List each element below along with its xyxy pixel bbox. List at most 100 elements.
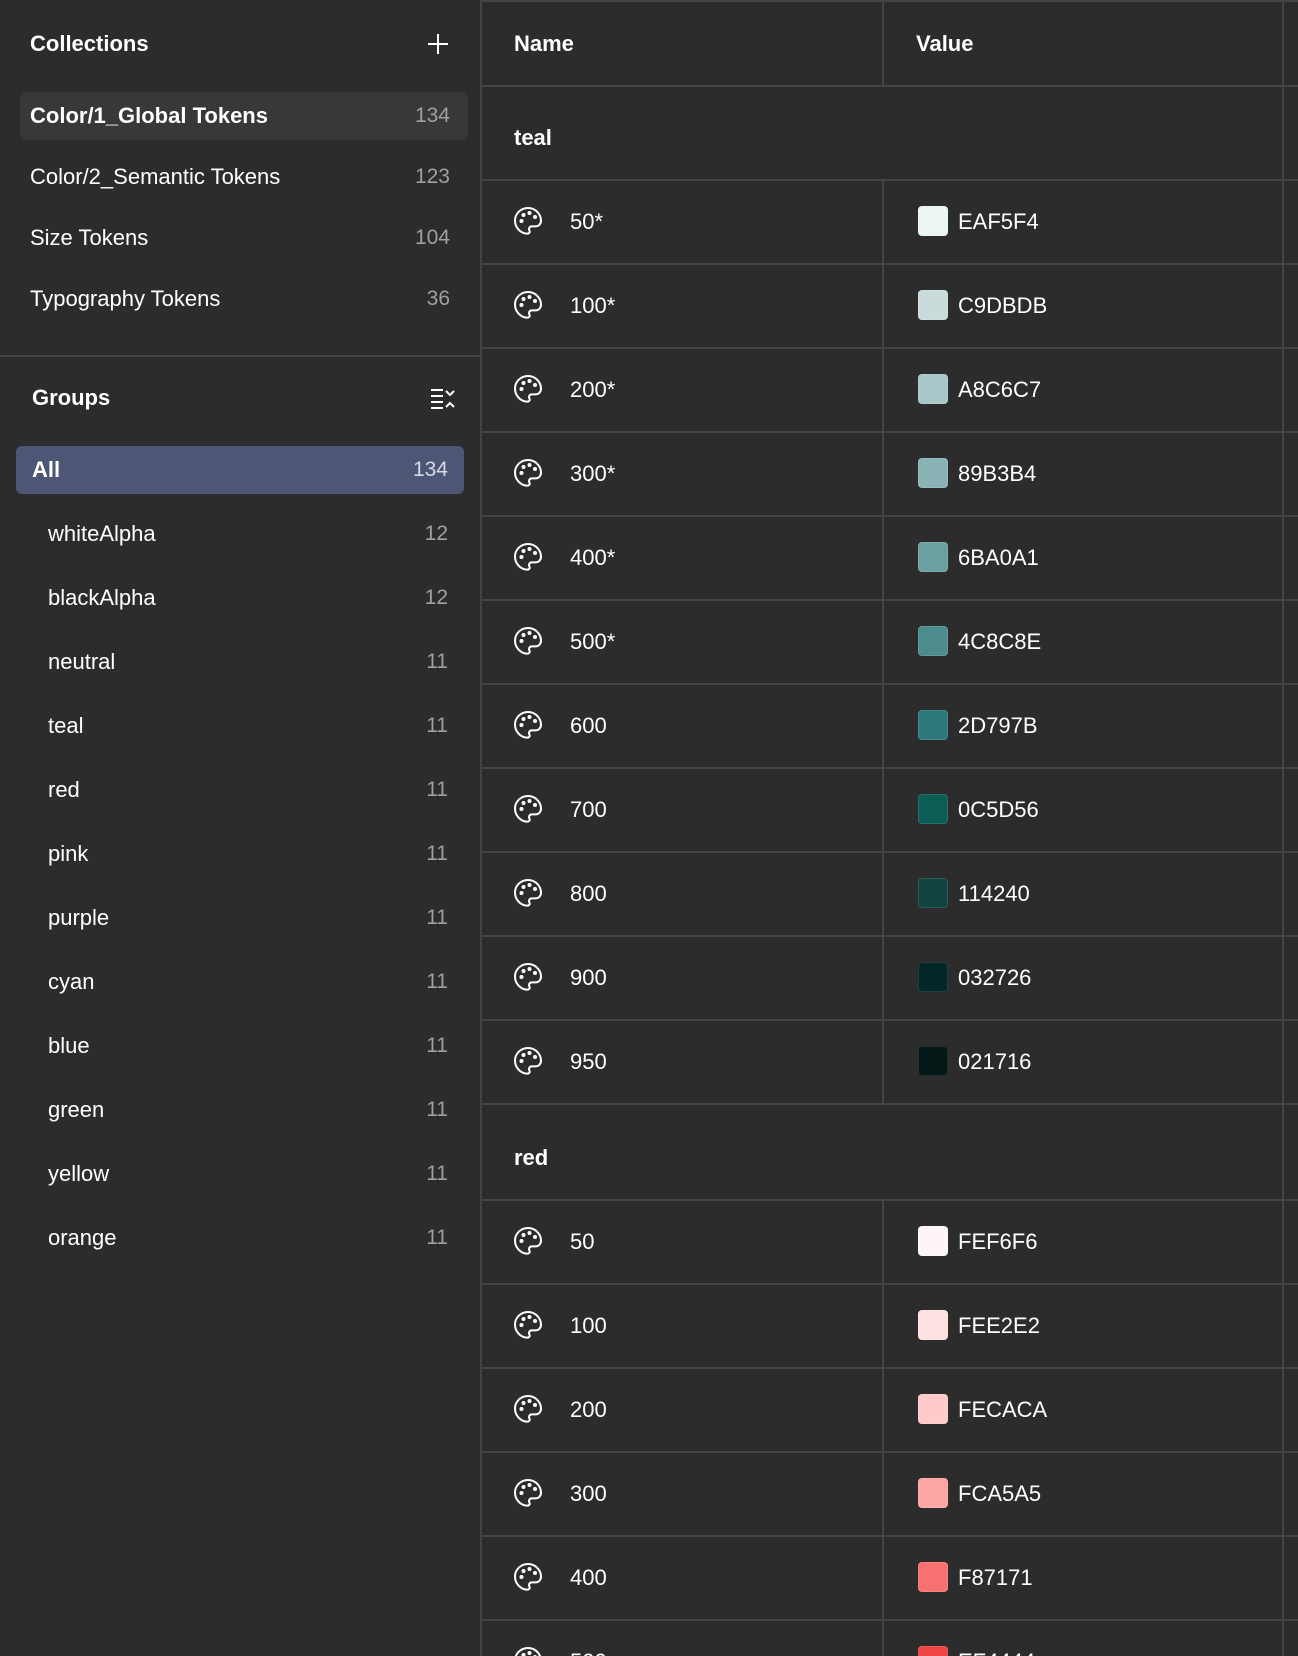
color-swatch[interactable]: [918, 206, 948, 236]
token-value[interactable]: FEE2E2: [958, 1285, 1040, 1367]
groups-menu-button[interactable]: [428, 384, 456, 412]
token-row[interactable]: 400* 6BA0A1: [482, 517, 1298, 601]
token-row[interactable]: 500* 4C8C8E: [482, 601, 1298, 685]
token-value[interactable]: 4C8C8E: [958, 601, 1041, 683]
color-swatch[interactable]: [918, 374, 948, 404]
color-swatch[interactable]: [918, 1478, 948, 1508]
group-item[interactable]: purple 11: [16, 894, 464, 942]
token-value[interactable]: EF4444: [958, 1621, 1035, 1656]
token-value[interactable]: EAF5F4: [958, 181, 1039, 263]
token-row[interactable]: 200 FECACA: [482, 1369, 1298, 1453]
token-value[interactable]: FCA5A5: [958, 1453, 1041, 1535]
group-count: 11: [426, 1226, 448, 1249]
color-swatch[interactable]: [918, 1394, 948, 1424]
token-row[interactable]: 300* 89B3B4: [482, 433, 1298, 517]
collection-item[interactable]: Typography Tokens 36: [20, 275, 468, 323]
token-value[interactable]: 6BA0A1: [958, 517, 1039, 599]
color-swatch[interactable]: [918, 290, 948, 320]
token-value[interactable]: 021716: [958, 1021, 1031, 1103]
token-value[interactable]: FECACA: [958, 1369, 1047, 1451]
group-item[interactable]: pink 11: [16, 830, 464, 878]
token-row[interactable]: 50* EAF5F4: [482, 181, 1298, 265]
color-swatch[interactable]: [918, 1226, 948, 1256]
token-row[interactable]: 900 032726: [482, 937, 1298, 1021]
token-value[interactable]: 0C5D56: [958, 769, 1039, 851]
color-swatch[interactable]: [918, 626, 948, 656]
group-item[interactable]: orange 11: [16, 1214, 464, 1262]
group-item[interactable]: blackAlpha 12: [16, 574, 464, 622]
token-value[interactable]: A8C6C7: [958, 349, 1041, 431]
sidebar-divider: [0, 355, 480, 357]
group-item[interactable]: neutral 11: [16, 638, 464, 686]
color-swatch[interactable]: [918, 710, 948, 740]
token-name: 500*: [570, 629, 616, 654]
group-item[interactable]: green 11: [16, 1086, 464, 1134]
color-swatch[interactable]: [918, 794, 948, 824]
collection-item[interactable]: Color/2_Semantic Tokens 123: [20, 153, 468, 201]
group-item[interactable]: teal 11: [16, 702, 464, 750]
group-count: 11: [426, 650, 448, 673]
column-header-value[interactable]: Value: [916, 2, 973, 85]
collection-item[interactable]: Color/1_Global Tokens 134: [20, 92, 468, 140]
token-name: 400: [570, 1565, 607, 1590]
column-divider: [1282, 601, 1284, 683]
token-row[interactable]: 300 FCA5A5: [482, 1453, 1298, 1537]
column-divider: [1282, 1369, 1284, 1451]
tokens-table: Name Value teal 50* EAF5F4 100* C9DBDB 200* A8…: [482, 2, 1298, 1656]
column-divider: [1282, 1537, 1284, 1619]
group-count: 12: [424, 522, 448, 545]
column-divider: [882, 1021, 884, 1103]
collection-item[interactable]: Size Tokens 104: [20, 214, 468, 262]
token-row[interactable]: 800 114240: [482, 853, 1298, 937]
group-item[interactable]: yellow 11: [16, 1150, 464, 1198]
color-swatch[interactable]: [918, 878, 948, 908]
group-label: orange: [48, 1225, 117, 1250]
column-divider: [882, 685, 884, 767]
group-item[interactable]: cyan 11: [16, 958, 464, 1006]
group-label: red: [48, 777, 80, 802]
collection-label: Typography Tokens: [30, 286, 221, 311]
token-value[interactable]: C9DBDB: [958, 265, 1047, 347]
group-label: blackAlpha: [48, 585, 156, 610]
token-row[interactable]: 600 2D797B: [482, 685, 1298, 769]
column-header-name[interactable]: Name: [514, 2, 574, 85]
group-item[interactable]: blue 11: [16, 1022, 464, 1070]
color-swatch[interactable]: [918, 1646, 948, 1656]
token-row[interactable]: 950 021716: [482, 1021, 1298, 1105]
column-divider: [882, 1369, 884, 1451]
group-item[interactable]: whiteAlpha 12: [16, 510, 464, 558]
token-value[interactable]: 2D797B: [958, 685, 1038, 767]
collections-header: Collections: [0, 22, 480, 66]
color-swatch[interactable]: [918, 458, 948, 488]
token-row[interactable]: 50 FEF6F6: [482, 1201, 1298, 1285]
group-item[interactable]: All 134: [16, 446, 464, 494]
token-value[interactable]: 032726: [958, 937, 1031, 1019]
token-value[interactable]: F87171: [958, 1537, 1033, 1619]
add-collection-button[interactable]: [424, 30, 452, 58]
color-swatch[interactable]: [918, 1562, 948, 1592]
column-divider: [882, 769, 884, 851]
color-swatch[interactable]: [918, 1046, 948, 1076]
palette-icon: [512, 1645, 544, 1656]
token-value[interactable]: 89B3B4: [958, 433, 1036, 515]
collections-title: Collections: [30, 31, 149, 56]
token-row[interactable]: 100* C9DBDB: [482, 265, 1298, 349]
palette-icon: [512, 1393, 544, 1425]
token-row[interactable]: 500 EF4444: [482, 1621, 1298, 1656]
group-label: neutral: [48, 649, 116, 674]
column-divider: [1282, 1021, 1284, 1103]
token-value[interactable]: FEF6F6: [958, 1201, 1037, 1283]
token-row[interactable]: 200* A8C6C7: [482, 349, 1298, 433]
column-divider: [882, 433, 884, 515]
token-name: 50*: [570, 209, 604, 234]
token-row[interactable]: 100 FEE2E2: [482, 1285, 1298, 1369]
group-item[interactable]: red 11: [16, 766, 464, 814]
token-value[interactable]: 114240: [958, 853, 1030, 935]
color-swatch[interactable]: [918, 962, 948, 992]
token-row[interactable]: 700 0C5D56: [482, 769, 1298, 853]
color-swatch[interactable]: [918, 1310, 948, 1340]
token-name: 200: [570, 1397, 607, 1422]
color-swatch[interactable]: [918, 542, 948, 572]
token-row[interactable]: 400 F87171: [482, 1537, 1298, 1621]
column-divider: [1282, 853, 1284, 935]
